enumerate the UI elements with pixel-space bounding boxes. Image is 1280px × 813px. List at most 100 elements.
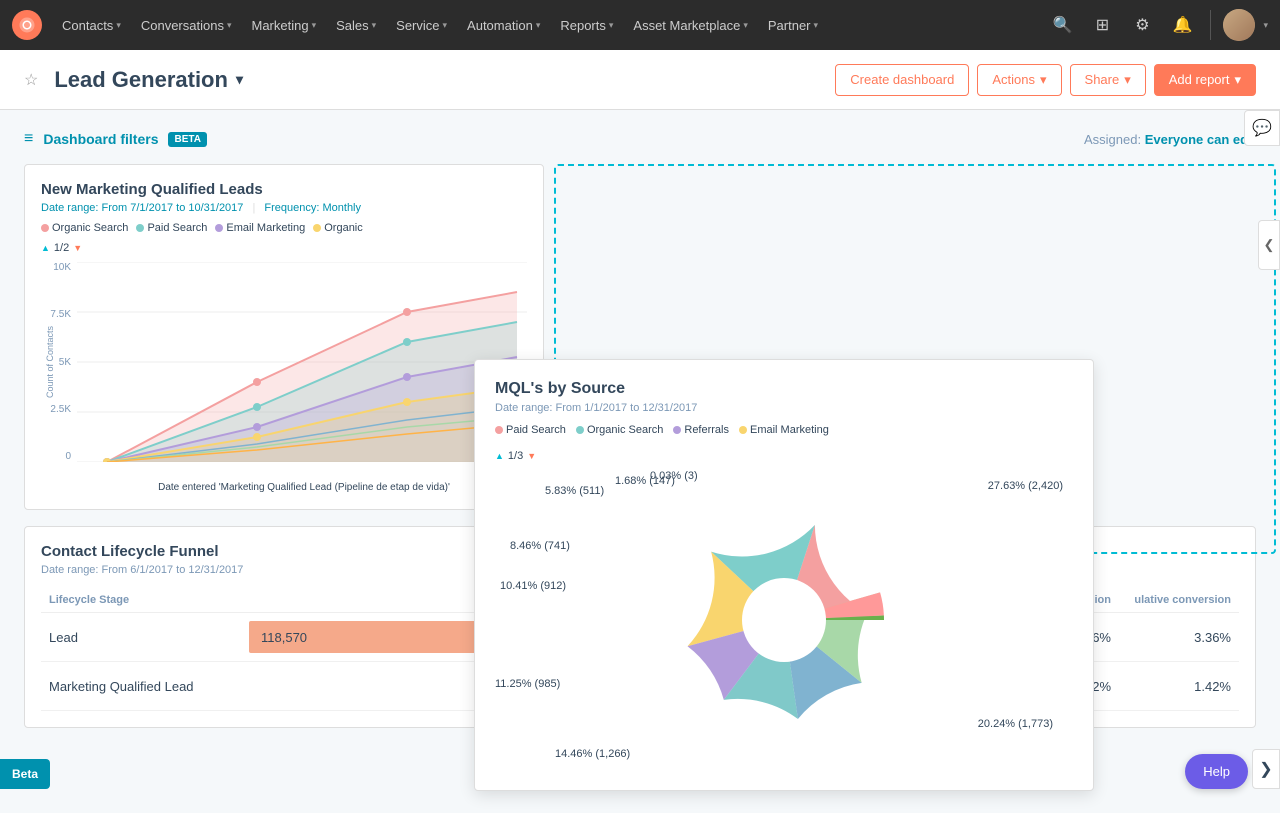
- pie-dot-email: [739, 426, 747, 434]
- pie-body: 27.63% (2,420) 20.24% (1,773) 14.46% (1,…: [495, 470, 1073, 770]
- pie-pg-down: ▼: [527, 451, 536, 461]
- pie-legend: Paid Search Organic Search Referrals Ema…: [495, 424, 1073, 436]
- lifecycle-stage-mql: Marketing Qualified Lead: [41, 662, 241, 711]
- title-dropdown-chevron[interactable]: ▾: [236, 71, 243, 88]
- legend-item-paid-search: Paid Search: [136, 222, 207, 234]
- legend-dot-organic: [41, 224, 49, 232]
- nav-asset-marketplace[interactable]: Asset Marketplace ▾: [625, 12, 755, 39]
- pg-down-icon: ▼: [73, 243, 82, 253]
- nav-service-chevron: ▾: [443, 20, 448, 31]
- pie-legend-organic-search: Organic Search: [576, 424, 663, 436]
- nav-right: 🔍 ⊞ ⚙ 🔔 ▾: [1046, 9, 1268, 41]
- mql-chart-subtitle: Date range: From 7/1/2017 to 10/31/2017 …: [41, 202, 527, 214]
- nav-sales-chevron: ▾: [372, 20, 377, 31]
- create-dashboard-button[interactable]: Create dashboard: [835, 64, 969, 96]
- pie-label-9: 0.03% (3): [650, 470, 698, 482]
- help-button[interactable]: Help: [1185, 754, 1248, 789]
- share-chevron: ▾: [1124, 72, 1131, 88]
- nav-marketing[interactable]: Marketing ▾: [243, 12, 324, 39]
- legend-dot-paid: [136, 224, 144, 232]
- pie-chart-card: MQL's by Source Date range: From 1/1/201…: [474, 359, 1094, 791]
- nav-sales[interactable]: Sales ▾: [328, 12, 384, 39]
- share-button[interactable]: Share ▾: [1070, 64, 1146, 96]
- legend-item-email: Email Marketing: [215, 222, 305, 234]
- pie-dot-paid: [495, 426, 503, 434]
- pie-label-3: 14.46% (1,266): [555, 748, 630, 760]
- hubspot-logo[interactable]: [12, 10, 42, 40]
- nav-asset-marketplace-chevron: ▾: [743, 20, 748, 31]
- nav-conversations-chevron: ▾: [227, 20, 232, 31]
- assigned-value-link[interactable]: Everyone can edit: [1145, 132, 1256, 147]
- avatar-chevron[interactable]: ▾: [1263, 20, 1268, 31]
- add-report-chevron: ▾: [1234, 72, 1241, 88]
- lifecycle-stage-lead: Lead: [41, 613, 241, 662]
- pie-label-5: 10.41% (912): [500, 580, 566, 592]
- avatar[interactable]: [1223, 9, 1255, 41]
- pie-dot-referrals: [673, 426, 681, 434]
- legend-dot-email: [215, 224, 223, 232]
- col-cumulative-header: ulative conversion: [1119, 588, 1239, 613]
- page-title: Lead Generation ▾: [54, 67, 243, 93]
- actions-button[interactable]: Actions ▾: [977, 64, 1061, 96]
- y-axis-label: Count of Contacts: [45, 262, 55, 462]
- beta-badge: BETA: [168, 132, 206, 147]
- nav-service[interactable]: Service ▾: [388, 12, 455, 39]
- collapse-panel-button[interactable]: ❮: [1258, 220, 1280, 270]
- mql-chart-title: New Marketing Qualified Leads: [41, 181, 527, 198]
- filter-icon: ≡: [24, 130, 33, 148]
- nav-automation-chevron: ▾: [536, 20, 541, 31]
- favorite-star-icon[interactable]: ☆: [24, 70, 38, 90]
- x-axis-label: Date entered 'Marketing Qualified Lead (…: [81, 482, 527, 493]
- header-actions: Create dashboard Actions ▾ Share ▾ Add r…: [835, 64, 1256, 96]
- nav-contacts[interactable]: Contacts ▾: [54, 12, 129, 39]
- lead-cumulative: 3.36%: [1119, 613, 1239, 662]
- pie-label-7: 5.83% (511): [545, 485, 604, 497]
- pie-label-1: 27.63% (2,420): [988, 480, 1063, 492]
- legend-dot-organic2: [313, 224, 321, 232]
- nav-partner-chevron: ▾: [814, 20, 819, 31]
- legend-item-organic: Organic: [313, 222, 363, 234]
- mql-legend: Organic Search Paid Search Email Marketi…: [41, 222, 527, 234]
- add-report-button[interactable]: Add report ▾: [1154, 64, 1256, 96]
- pie-label-2: 20.24% (1,773): [978, 718, 1053, 730]
- search-icon[interactable]: 🔍: [1046, 9, 1078, 41]
- apps-icon[interactable]: ⊞: [1086, 9, 1118, 41]
- pie-pagination: ▲ 1/3 ▼: [495, 450, 1073, 462]
- pie-legend-referrals: Referrals: [673, 424, 729, 436]
- line-chart-svg: Jul 2017 Aug 2017 Sep 2017: [77, 262, 527, 462]
- pie-chart-subtitle: Date range: From 1/1/2017 to 12/31/2017: [495, 402, 1073, 414]
- notifications-icon[interactable]: 🔔: [1166, 9, 1198, 41]
- legend-item-organic-search: Organic Search: [41, 222, 128, 234]
- next-page-button[interactable]: ❯: [1252, 749, 1280, 789]
- pie-chart-svg: [634, 470, 934, 770]
- pie-chart-title: MQL's by Source: [495, 380, 1073, 398]
- col-lifecycle-header: Lifecycle Stage: [41, 588, 241, 613]
- pie-label-4: 11.25% (985): [495, 678, 560, 690]
- chat-icon[interactable]: 💬: [1244, 110, 1280, 146]
- mql-page: 1/2: [54, 242, 69, 254]
- pie-legend-paid-search: Paid Search: [495, 424, 566, 436]
- nav-marketing-chevron: ▾: [312, 20, 317, 31]
- filter-label[interactable]: Dashboard filters: [43, 131, 158, 147]
- nav-automation[interactable]: Automation ▾: [459, 12, 548, 39]
- top-nav: Contacts ▾ Conversations ▾ Marketing ▾ S…: [0, 0, 1280, 50]
- content-area: ≡ Dashboard filters BETA Assigned: Every…: [0, 110, 1280, 748]
- pie-legend-email: Email Marketing: [739, 424, 829, 436]
- pie-page: 1/3: [508, 450, 523, 462]
- header-bar: ☆ Lead Generation ▾ Create dashboard Act…: [0, 50, 1280, 110]
- pie-dot-organic: [576, 426, 584, 434]
- pg-up-icon: ▲: [41, 243, 50, 253]
- dashboard-filters: ≡ Dashboard filters BETA Assigned: Every…: [24, 130, 1256, 148]
- mql-cumulative: 1.42%: [1119, 662, 1239, 711]
- mql-pagination: ▲ 1/2 ▼: [41, 242, 527, 254]
- assigned-text: Assigned: Everyone can edit: [1084, 132, 1256, 147]
- beta-button[interactable]: Beta: [0, 759, 50, 789]
- settings-icon[interactable]: ⚙: [1126, 9, 1158, 41]
- nav-conversations[interactable]: Conversations ▾: [133, 12, 240, 39]
- mql-chart-card: New Marketing Qualified Leads Date range…: [24, 164, 544, 510]
- pie-label-6: 8.46% (741): [510, 540, 570, 552]
- nav-reports[interactable]: Reports ▾: [552, 12, 621, 39]
- nav-partner[interactable]: Partner ▾: [760, 12, 826, 39]
- pie-pg-up: ▲: [495, 451, 504, 461]
- nav-divider: [1210, 10, 1211, 40]
